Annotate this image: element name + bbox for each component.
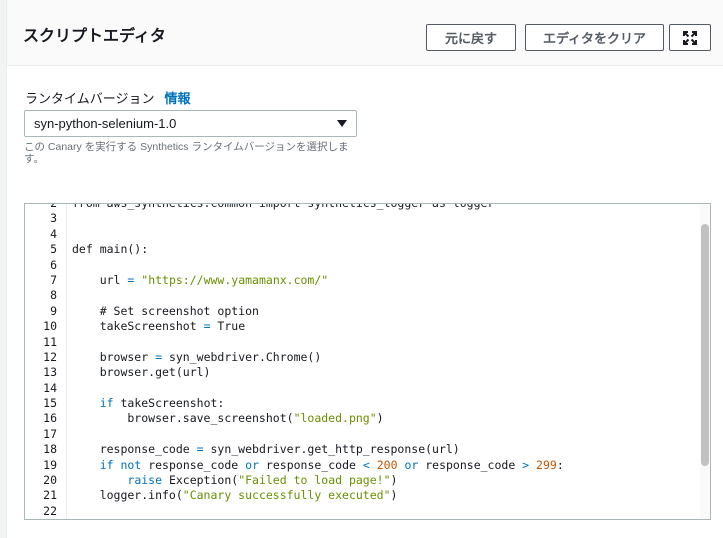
line-number: 11 (43, 334, 57, 349)
expand-button[interactable] (669, 24, 711, 51)
code-line[interactable]: 22 (25, 504, 710, 519)
code-line[interactable]: 18 response_code = syn_webdriver.get_htt… (25, 442, 710, 457)
runtime-hint: この Canary を実行する Synthetics ランタイムバージョンを選択… (24, 141, 349, 165)
line-number: 17 (43, 426, 57, 441)
code-line[interactable]: 15 if takeScreenshot: (25, 396, 710, 411)
code-line[interactable]: 6 (25, 258, 710, 273)
info-link[interactable]: 情報 (164, 88, 190, 107)
line-number: 22 (43, 503, 57, 518)
code-text[interactable]: response_code = syn_webdriver.get_http_r… (72, 442, 460, 457)
code-line[interactable]: 3 (25, 211, 710, 226)
line-number: 16 (43, 411, 57, 426)
line-number: 4 (50, 226, 57, 241)
line-number: 12 (43, 349, 57, 364)
code-text[interactable]: if not response_code or response_code < … (72, 458, 564, 473)
code-line[interactable]: 5 def main(): (25, 242, 710, 257)
line-number: 15 (43, 396, 57, 411)
code-line[interactable]: 2 from aws_synthetics.common import synth… (25, 203, 710, 211)
code-line[interactable]: 13 browser.get(url) (25, 365, 710, 380)
panel-header: スクリプトエディタ 元に戻す エディタをクリア (7, 0, 723, 66)
code-line[interactable]: 19 if not response_code or response_code… (25, 458, 710, 473)
code-text[interactable]: def main(): (72, 242, 148, 257)
line-number: 10 (43, 319, 57, 334)
code-editor[interactable]: 2 from aws_synthetics.common import synth… (24, 203, 711, 520)
code-line[interactable]: 11 (25, 335, 710, 350)
code-text[interactable]: from aws_synthetics.common import synthe… (72, 204, 494, 211)
code-lines[interactable]: 2 from aws_synthetics.common import synth… (25, 203, 710, 519)
editor-scroll-thumb[interactable] (701, 224, 709, 466)
code-line[interactable]: 4 (25, 227, 710, 242)
code-line[interactable]: 16 browser.save_screenshot("loaded.png") (25, 411, 710, 426)
runtime-version-label: ランタイムバージョン 情報 (25, 88, 191, 107)
editor-scrollbar[interactable] (700, 204, 710, 519)
code-line[interactable]: 8 (25, 288, 710, 303)
code-line[interactable]: 21 logger.info("Canary successfully exec… (25, 488, 710, 503)
line-number: 19 (43, 457, 57, 472)
line-number: 21 (43, 488, 57, 503)
line-number: 3 (50, 211, 57, 226)
code-text[interactable]: browser.save_screenshot("loaded.png") (72, 411, 383, 426)
line-number: 9 (50, 303, 57, 318)
runtime-version-select[interactable]: syn-python-selenium-1.0 (24, 110, 357, 137)
clear-editor-button[interactable]: エディタをクリア (525, 24, 664, 51)
code-line[interactable]: 14 (25, 381, 710, 396)
runtime-selected-value: syn-python-selenium-1.0 (34, 116, 177, 131)
line-number: 7 (50, 272, 57, 287)
script-editor-panel: スクリプトエディタ 元に戻す エディタをクリア ランタイムバージョン 情報 sy… (6, 0, 723, 538)
line-number: 2 (50, 203, 57, 210)
line-number: 5 (50, 242, 57, 257)
code-line[interactable]: 7 url = "https://www.yamamanx.com/" (25, 273, 710, 288)
code-text[interactable]: takeScreenshot = True (72, 319, 245, 334)
caret-down-icon (337, 120, 347, 127)
line-number: 14 (43, 380, 57, 395)
code-line[interactable]: 17 (25, 427, 710, 442)
code-text[interactable]: browser.get(url) (72, 365, 211, 380)
code-text[interactable]: url = "https://www.yamamanx.com/" (72, 273, 329, 288)
code-text[interactable]: if takeScreenshot: (72, 396, 225, 411)
line-number: 8 (50, 288, 57, 303)
code-line[interactable]: 12 browser = syn_webdriver.Chrome() (25, 350, 710, 365)
code-text[interactable]: logger.info("Canary successfully execute… (72, 488, 398, 503)
code-text[interactable]: browser = syn_webdriver.Chrome() (72, 350, 322, 365)
code-line[interactable]: 10 takeScreenshot = True (25, 319, 710, 334)
revert-button[interactable]: 元に戻す (426, 24, 516, 51)
line-number: 6 (50, 257, 57, 272)
panel-title: スクリプトエディタ (23, 28, 166, 45)
expand-icon (683, 30, 697, 45)
line-number: 13 (43, 365, 57, 380)
line-number: 18 (43, 442, 57, 457)
runtime-label-text: ランタイムバージョン (25, 91, 155, 106)
code-text[interactable]: raise Exception("Failed to load page!") (72, 473, 397, 488)
line-number: 20 (43, 473, 57, 488)
code-line[interactable]: 9 # Set screenshot option (25, 304, 710, 319)
code-text[interactable]: # Set screenshot option (72, 304, 259, 319)
code-line[interactable]: 20 raise Exception("Failed to load page!… (25, 473, 710, 488)
